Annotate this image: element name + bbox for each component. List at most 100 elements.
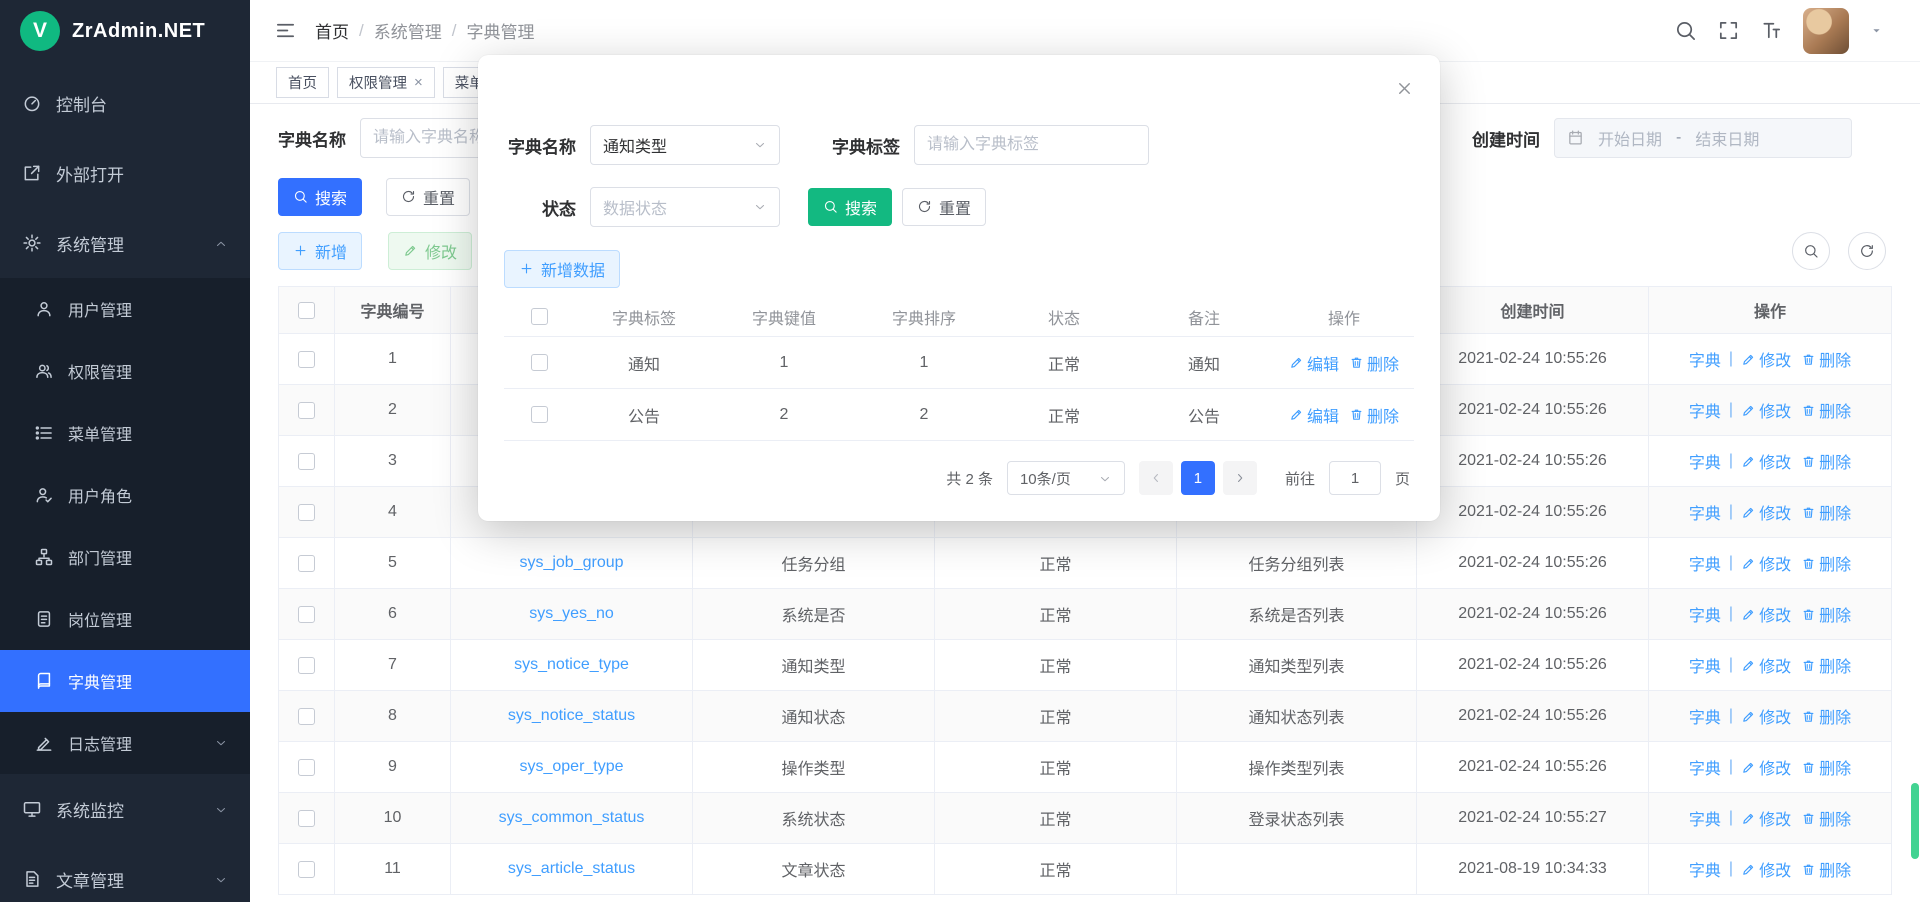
sidebar-item[interactable]: 外部打开 [0,138,250,208]
hamburger-icon[interactable] [274,19,297,42]
breadcrumb-item[interactable]: 系统管理 [374,18,442,43]
dict-type-link[interactable]: sys_article_status [508,860,635,878]
fullscreen-icon[interactable] [1717,19,1740,42]
edit-link[interactable]: 修改 [1741,653,1791,677]
row-checkbox[interactable] [298,606,315,623]
edit-link[interactable]: 修改 [1741,347,1791,371]
row-checkbox[interactable] [298,861,315,878]
dict-link[interactable]: 字典 [1689,857,1721,881]
page-number-button[interactable]: 1 [1181,461,1215,495]
breadcrumb-item[interactable]: 字典管理 [466,18,534,43]
row-checkbox[interactable] [298,759,315,776]
dict-link[interactable]: 字典 [1689,653,1721,677]
dict-type-link[interactable]: sys_notice_status [508,707,635,725]
breadcrumb-item[interactable]: 首页 [315,18,349,43]
dict-link[interactable]: 字典 [1689,602,1721,626]
edit-link[interactable]: 修改 [1741,500,1791,524]
caret-down-icon[interactable] [1869,23,1884,38]
row-checkbox[interactable] [298,351,315,368]
delete-link[interactable]: 删除 [1801,398,1851,422]
row-checkbox[interactable] [298,453,315,470]
search-button[interactable]: 搜索 [278,178,362,216]
sidebar-item[interactable]: 控制台 [0,68,250,138]
add-button[interactable]: 新增 [278,232,362,270]
row-checkbox[interactable] [298,810,315,827]
modal-reset-button[interactable]: 重置 [902,188,986,226]
edit-link[interactable]: 修改 [1741,755,1791,779]
tab-item[interactable]: 首页 [276,67,329,98]
table-search-toggle-icon[interactable] [1792,232,1830,270]
delete-link[interactable]: 删除 [1801,755,1851,779]
sidebar-item[interactable]: 日志管理 [0,712,250,774]
modal-search-button[interactable]: 搜索 [808,188,892,226]
delete-link[interactable]: 删除 [1801,602,1851,626]
dict-type-link[interactable]: sys_oper_type [519,758,623,776]
delete-link[interactable]: 删除 [1801,806,1851,830]
sidebar-item[interactable]: 文章管理 [0,844,250,902]
dict-link[interactable]: 字典 [1689,704,1721,728]
row-checkbox[interactable] [298,504,315,521]
dict-link[interactable]: 字典 [1689,755,1721,779]
edit-link[interactable]: 修改 [1741,704,1791,728]
add-data-button[interactable]: 新增数据 [504,250,620,288]
status-select[interactable]: 数据状态 [590,187,780,227]
sidebar-item[interactable]: 部门管理 [0,526,250,588]
sidebar-item[interactable]: 字典管理 [0,650,250,712]
edit-link[interactable]: 修改 [1741,806,1791,830]
edit-link[interactable]: 编辑 [1289,351,1339,375]
select-all-checkbox[interactable] [298,302,315,319]
sidebar-item[interactable]: 岗位管理 [0,588,250,650]
sidebar-item[interactable]: 系统监控 [0,774,250,844]
edit-link[interactable]: 修改 [1741,449,1791,473]
sidebar-item[interactable]: 菜单管理 [0,402,250,464]
delete-link[interactable]: 删除 [1349,403,1399,427]
font-size-icon[interactable] [1760,19,1783,42]
delete-link[interactable]: 删除 [1801,347,1851,371]
header-search-icon[interactable] [1674,19,1697,42]
tab-close-icon[interactable]: × [414,75,423,90]
row-checkbox[interactable] [531,406,548,423]
app-logo[interactable]: V ZrAdmin.NET [0,0,250,62]
close-icon[interactable] [1395,79,1414,98]
edit-link[interactable]: 修改 [1741,398,1791,422]
dict-type-link[interactable]: sys_job_group [519,554,623,572]
select-all-checkbox[interactable] [531,308,548,325]
dict-link[interactable]: 字典 [1689,551,1721,575]
edit-link[interactable]: 修改 [1741,602,1791,626]
sidebar-item[interactable]: 权限管理 [0,340,250,402]
dict-type-link[interactable]: sys_yes_no [529,605,614,623]
dict-label-input[interactable] [914,125,1149,165]
tab-item[interactable]: 权限管理× [337,67,435,98]
dict-link[interactable]: 字典 [1689,806,1721,830]
prev-page-button[interactable] [1139,461,1173,495]
row-checkbox[interactable] [298,657,315,674]
delete-link[interactable]: 删除 [1801,704,1851,728]
reset-button[interactable]: 重置 [386,178,470,216]
sidebar-item[interactable]: 用户角色 [0,464,250,526]
delete-link[interactable]: 删除 [1801,500,1851,524]
dict-link[interactable]: 字典 [1689,398,1721,422]
sidebar-item[interactable]: 系统管理 [0,208,250,278]
edit-link[interactable]: 修改 [1741,857,1791,881]
dict-type-link[interactable]: sys_common_status [499,809,645,827]
goto-page-input[interactable] [1329,461,1381,495]
page-size-select[interactable]: 10条/页 [1007,461,1125,495]
avatar[interactable] [1803,8,1849,54]
edit-link[interactable]: 编辑 [1289,403,1339,427]
table-refresh-icon[interactable] [1848,232,1886,270]
page-scrollbar[interactable] [1911,783,1919,859]
dict-type-link[interactable]: sys_notice_type [514,656,629,674]
date-range-picker[interactable]: 开始日期 - 结束日期 [1554,118,1852,158]
dict-link[interactable]: 字典 [1689,500,1721,524]
row-checkbox[interactable] [298,708,315,725]
row-checkbox[interactable] [298,402,315,419]
dict-link[interactable]: 字典 [1689,347,1721,371]
edit-button[interactable]: 修改 [388,232,472,270]
dict-name-select[interactable]: 通知类型 [590,125,780,165]
next-page-button[interactable] [1223,461,1257,495]
dict-link[interactable]: 字典 [1689,449,1721,473]
row-checkbox[interactable] [298,555,315,572]
delete-link[interactable]: 删除 [1801,551,1851,575]
edit-link[interactable]: 修改 [1741,551,1791,575]
sidebar-item[interactable]: 用户管理 [0,278,250,340]
